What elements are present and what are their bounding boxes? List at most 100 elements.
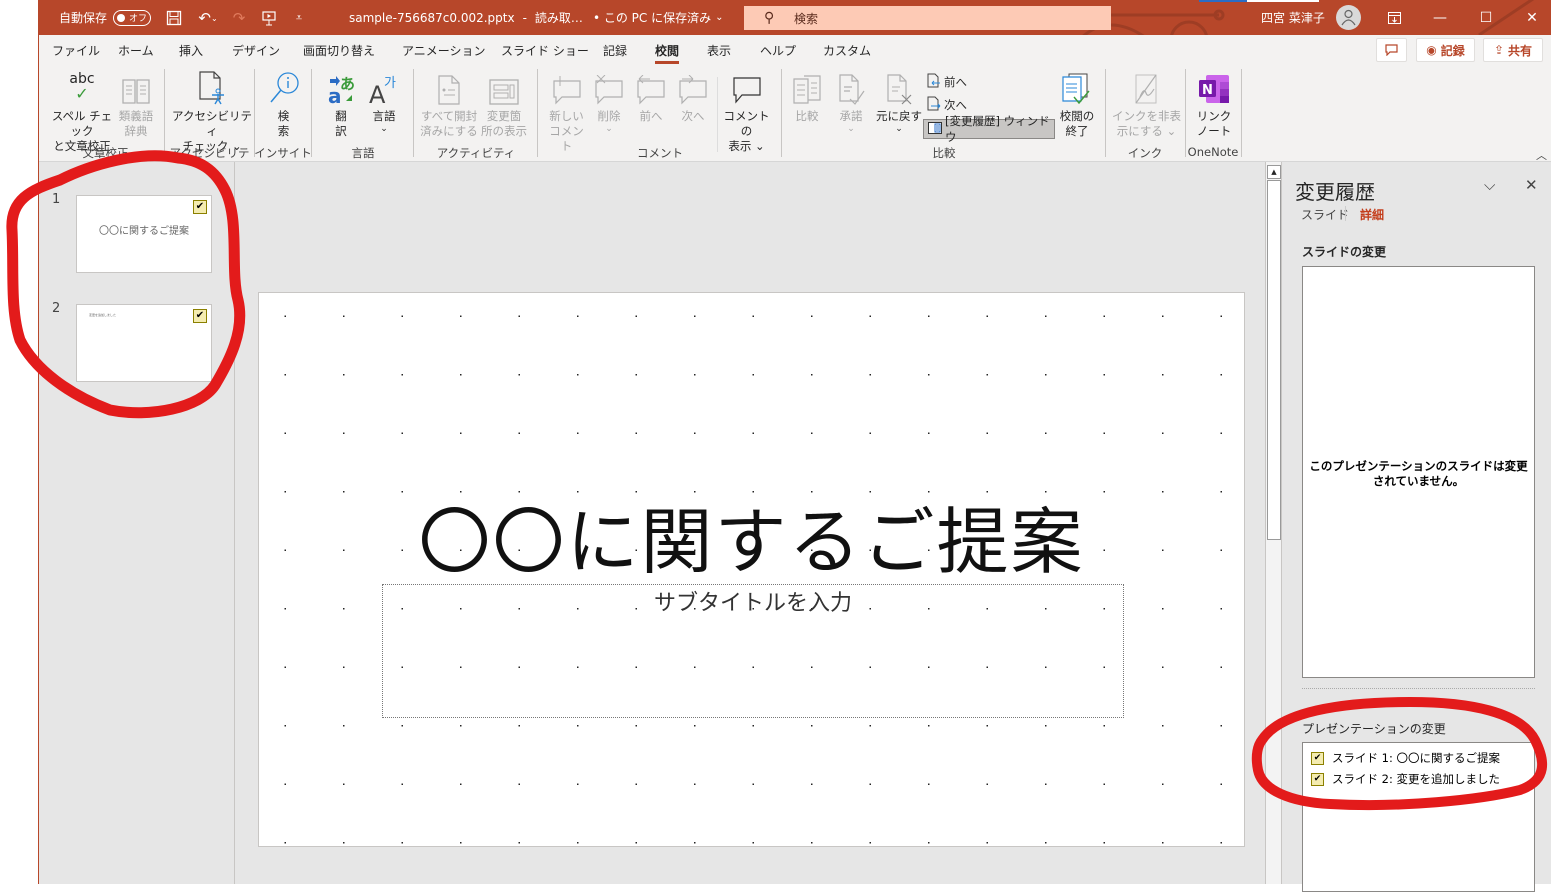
thumbnail-title: 変更を追加しました <box>89 313 117 317</box>
ribbon-tabs: ファイル ホーム 挿入 デザイン 画面切り替え アニメーション スライド ショー… <box>39 35 1551 65</box>
new-comment-button[interactable]: 新しい コメント <box>544 69 589 154</box>
tab-custom[interactable]: カスタム <box>823 35 871 65</box>
share-icon: ⇪ <box>1493 43 1505 57</box>
spelling-button[interactable]: abc ✓ スペル チェック と文章校正 <box>47 69 117 154</box>
tab-help[interactable]: ヘルプ <box>760 35 796 65</box>
tab-animations[interactable]: アニメーション <box>402 35 486 65</box>
close-pane-icon[interactable]: ✕ <box>1525 176 1538 194</box>
no-changes-message: このプレゼンテーションのスライドは変更されていません。 <box>1309 459 1528 488</box>
svg-text:N: N <box>1202 83 1213 98</box>
group-label-ink: インク <box>1127 146 1163 160</box>
customize-qat-icon[interactable]: ⩡ <box>289 8 309 28</box>
list-item[interactable]: ✔ スライド 1: 〇〇に関するご提案 <box>1311 750 1500 766</box>
subtitle-placeholder[interactable]: サブタイトルを入力 <box>382 584 1124 718</box>
collapse-ribbon-icon[interactable]: ︿ <box>1536 147 1547 163</box>
tab-record[interactable]: 記録 <box>603 35 627 65</box>
show-comments-button[interactable]: コメントの 表示 ⌄ <box>719 69 774 154</box>
translate-button[interactable]: aあ 翻 訳 <box>321 69 361 139</box>
thumbnail-number: 1 <box>52 192 61 207</box>
ribbon-display-options-icon[interactable] <box>1371 0 1417 35</box>
vertical-scrollbar[interactable]: ▲ <box>1265 162 1282 884</box>
end-review-button[interactable]: 校閲の 終了 <box>1057 69 1097 139</box>
slide-changes-list[interactable]: このプレゼンテーションのスライドは変更されていません。 <box>1302 266 1535 678</box>
save-status[interactable]: • この PC に保存済み <box>593 9 711 26</box>
revisions-pane-toggle[interactable]: [変更履歴] ウィンドウ <box>923 114 1055 144</box>
next-comment-button[interactable]: 次へ <box>673 69 713 124</box>
group-label-onenote: OneNote <box>1187 145 1239 159</box>
search-icon: ⚲ <box>764 10 775 26</box>
linked-notes-button[interactable]: N リンク ノート <box>1189 69 1239 139</box>
redo-icon[interactable]: ↷ <box>229 8 249 28</box>
slide-title[interactable]: 〇〇に関するご提案 <box>259 483 1244 588</box>
undo-icon[interactable]: ↶ ⌄ <box>194 8 222 28</box>
search-insight-icon <box>269 69 299 105</box>
save-icon[interactable] <box>164 8 184 28</box>
mark-all-read-button[interactable]: すべて開封 済みにする <box>419 69 479 139</box>
accessibility-check-button[interactable]: アクセシビリティ チェック ⌄ <box>172 69 252 154</box>
change-marker-icon[interactable]: ✔ <box>193 309 207 323</box>
reject-button[interactable]: 元に戻す ⌄ <box>874 69 924 134</box>
group-label-insights: インサイト <box>254 146 312 160</box>
close-icon[interactable]: ✕ <box>1509 0 1551 35</box>
tab-details[interactable]: 詳細 <box>1360 206 1384 223</box>
record-button[interactable]: ◉ 記録 <box>1416 38 1475 62</box>
thumbnail-title: 〇〇に関するご提案 <box>99 226 189 237</box>
delete-comment-button[interactable]: 削除 ⌄ <box>589 69 629 134</box>
slide-thumbnail-2[interactable]: 変更を追加しました ✔ <box>76 304 212 382</box>
hide-ink-button[interactable]: インクを非表 示にする ⌄ <box>1109 69 1184 139</box>
previous-change-button[interactable]: 前へ <box>927 73 967 91</box>
list-item[interactable]: ✔ スライド 2: 変更を追加しました <box>1311 771 1500 787</box>
title-separator: - <box>522 10 527 25</box>
accept-button[interactable]: 承諾 ⌄ <box>831 69 871 134</box>
comments-button[interactable] <box>1376 38 1407 62</box>
tab-insert[interactable]: 挿入 <box>179 35 203 65</box>
scroll-up-icon[interactable]: ▲ <box>1267 165 1281 179</box>
search-box[interactable]: ⚲ 検索 <box>744 6 1111 30</box>
translate-icon: aあ <box>326 69 356 105</box>
present-icon[interactable] <box>259 8 279 28</box>
user-name[interactable]: 四宮 菜津子 <box>1261 0 1325 35</box>
change-marker-icon[interactable]: ✔ <box>193 200 207 214</box>
autosave[interactable]: 自動保存 オフ <box>59 0 152 35</box>
slide-thumbnail-1[interactable]: 〇〇に関するご提案 ✔ <box>76 195 212 273</box>
tab-design[interactable]: デザイン <box>232 35 280 65</box>
revisions-pane-icon <box>928 121 942 137</box>
tab-slide[interactable]: スライド <box>1301 206 1349 223</box>
language-button[interactable]: A가 言語 ⌄ <box>364 69 404 134</box>
scroll-thumb[interactable] <box>1267 180 1281 540</box>
previous-comment-icon <box>636 69 666 105</box>
pane-options-icon[interactable]: ⌵ <box>1484 176 1495 194</box>
compare-button[interactable]: 比較 <box>787 69 827 124</box>
minimize-icon[interactable]: — <box>1417 0 1463 35</box>
tab-home[interactable]: ホーム <box>118 35 154 65</box>
document-title: sample-756687c0.002.pptx - 読み取… • この PC … <box>349 0 723 35</box>
avatar[interactable] <box>1336 5 1361 30</box>
tab-slideshow[interactable]: スライド ショー <box>501 35 589 65</box>
revisions-pane: 変更履歴 ⌵ ✕ スライド 詳細 スライドの変更 このプレゼンテーションのスライ… <box>1282 162 1551 892</box>
group-label-compare: 比較 <box>932 146 956 160</box>
show-changes-button[interactable]: 変更箇 所の表示 <box>479 69 529 139</box>
new-comment-icon <box>552 69 582 105</box>
share-button[interactable]: ⇪ 共有 <box>1483 38 1543 62</box>
thumbnail-number: 2 <box>52 301 61 316</box>
tab-review[interactable]: 校閲 <box>655 35 680 65</box>
slide-editor: 〇〇に関するご提案 サブタイトルを入力 <box>236 162 1265 884</box>
tab-file[interactable]: ファイル <box>52 35 100 65</box>
tab-transitions[interactable]: 画面切り替え <box>303 35 375 65</box>
autosave-toggle[interactable]: オフ <box>113 9 152 26</box>
previous-comment-button[interactable]: 前へ <box>631 69 671 124</box>
previous-change-icon <box>927 73 941 91</box>
ribbon: abc ✓ スペル チェック と文章校正 類義語 辞典 文章校正 アクセシビリテ… <box>39 65 1551 176</box>
presentation-changes-label: プレゼンテーションの変更 <box>1302 722 1446 736</box>
slide-canvas[interactable]: 〇〇に関するご提案 サブタイトルを入力 <box>258 292 1245 847</box>
mark-read-icon <box>436 69 462 105</box>
chevron-down-icon[interactable]: ⌄ <box>715 12 723 23</box>
next-change-button[interactable]: 次へ <box>927 96 967 114</box>
presentation-changes-list[interactable]: ✔ スライド 1: 〇〇に関するご提案 ✔ スライド 2: 変更を追加しました <box>1302 742 1535 892</box>
tab-view[interactable]: 表示 <box>707 35 731 65</box>
thesaurus-button[interactable]: 類義語 辞典 <box>116 69 156 139</box>
language-icon: A가 <box>369 69 399 105</box>
maximize-icon[interactable]: ☐ <box>1463 0 1509 35</box>
smart-lookup-button[interactable]: 検 索 <box>261 69 306 139</box>
svg-text:あ: あ <box>340 75 355 93</box>
